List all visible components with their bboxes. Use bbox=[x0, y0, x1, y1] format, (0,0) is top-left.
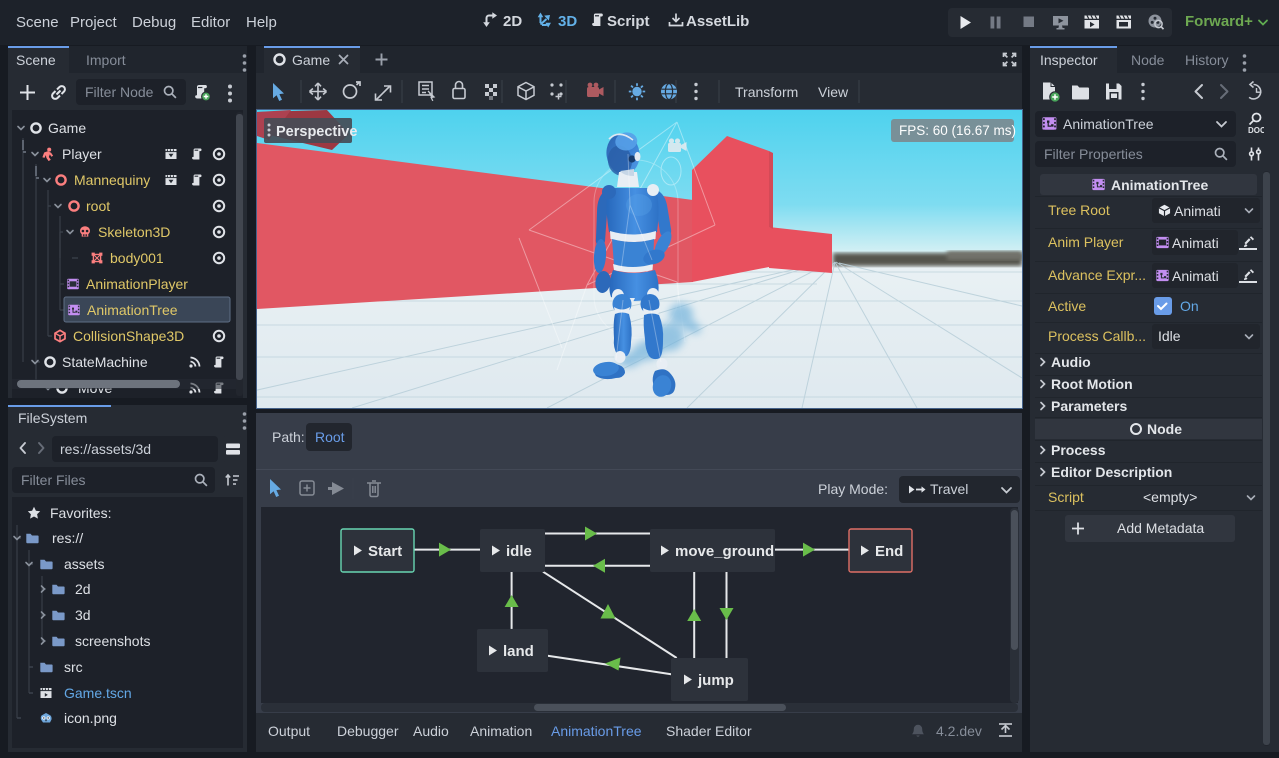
svg-text:AnimationTree: AnimationTree bbox=[1111, 177, 1208, 193]
svg-text:Advance Expr...: Advance Expr... bbox=[1048, 267, 1146, 283]
svg-text:Parameters: Parameters bbox=[1051, 398, 1127, 414]
svg-text:AnimationPlayer: AnimationPlayer bbox=[86, 276, 188, 292]
svg-text:StateMachine: StateMachine bbox=[62, 354, 148, 370]
svg-text:Game: Game bbox=[48, 120, 86, 136]
svg-text:Anim Player: Anim Player bbox=[1048, 234, 1124, 250]
svg-text:Process Callb...: Process Callb... bbox=[1048, 328, 1146, 344]
svg-text:Animati: Animati bbox=[1174, 203, 1221, 219]
svg-text:Root Motion: Root Motion bbox=[1051, 376, 1133, 392]
svg-text:Animati: Animati bbox=[1172, 235, 1219, 251]
svg-text:Node: Node bbox=[1147, 421, 1182, 437]
svg-text:End: End bbox=[875, 543, 903, 560]
svg-text:icon.png: icon.png bbox=[64, 710, 117, 726]
svg-text:AnimationTree: AnimationTree bbox=[87, 302, 178, 318]
svg-text:Animati: Animati bbox=[1172, 268, 1219, 284]
svg-text:Idle: Idle bbox=[1158, 328, 1181, 344]
svg-text:Tree Root: Tree Root bbox=[1048, 202, 1110, 218]
svg-text:Favorites:: Favorites: bbox=[50, 505, 111, 521]
svg-text:CollisionShape3D: CollisionShape3D bbox=[73, 328, 184, 344]
svg-text:Start: Start bbox=[368, 543, 402, 560]
svg-text:move_ground: move_ground bbox=[675, 543, 774, 560]
svg-text:Skeleton3D: Skeleton3D bbox=[98, 224, 170, 240]
svg-text:Player: Player bbox=[62, 146, 102, 162]
svg-text:FPS: 60 (16.67 ms): FPS: 60 (16.67 ms) bbox=[899, 123, 1016, 138]
svg-text:3d: 3d bbox=[75, 607, 91, 623]
svg-text:idle: idle bbox=[506, 543, 532, 560]
svg-text:res://: res:// bbox=[52, 530, 83, 546]
svg-text:jump: jump bbox=[697, 672, 734, 689]
svg-text:Active: Active bbox=[1048, 298, 1086, 314]
svg-text:On: On bbox=[1180, 298, 1199, 314]
svg-text:Editor Description: Editor Description bbox=[1051, 464, 1172, 480]
svg-text:Mannequiny: Mannequiny bbox=[74, 172, 150, 188]
svg-text:body001: body001 bbox=[110, 250, 164, 266]
svg-text:Script: Script bbox=[1048, 489, 1084, 505]
svg-text:assets: assets bbox=[64, 556, 104, 572]
svg-text:Perspective: Perspective bbox=[276, 124, 357, 140]
svg-text:2d: 2d bbox=[75, 581, 91, 597]
svg-text:root: root bbox=[86, 198, 110, 214]
svg-text:Audio: Audio bbox=[1051, 354, 1091, 370]
svg-text:Process: Process bbox=[1051, 442, 1106, 458]
svg-text:<empty>: <empty> bbox=[1143, 489, 1197, 505]
svg-text:Game.tscn: Game.tscn bbox=[64, 685, 132, 701]
svg-text:src: src bbox=[64, 659, 83, 675]
svg-text:land: land bbox=[503, 643, 534, 660]
svg-text:screenshots: screenshots bbox=[75, 633, 150, 649]
svg-text:Add Metadata: Add Metadata bbox=[1117, 520, 1204, 536]
svg-text:DOC: DOC bbox=[1248, 126, 1264, 135]
